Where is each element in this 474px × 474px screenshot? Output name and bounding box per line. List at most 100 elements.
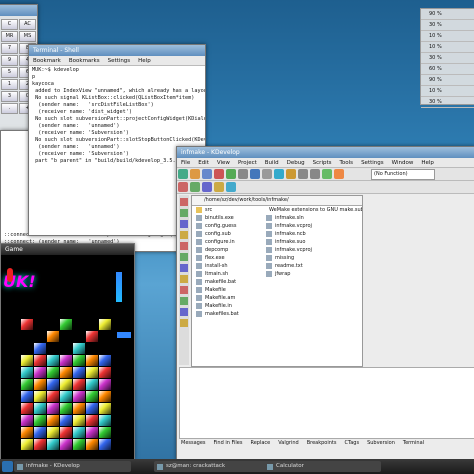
calc-key-button[interactable]: . xyxy=(1,103,18,114)
bottom-tab[interactable]: Valgrind xyxy=(276,439,300,447)
debug-icon[interactable] xyxy=(250,169,260,179)
copy-icon[interactable] xyxy=(274,169,284,179)
kdevelop-menu-item[interactable]: Project xyxy=(238,160,257,166)
start-menu-icon[interactable] xyxy=(2,461,13,472)
kdevelop-menu-item[interactable]: Build xyxy=(265,160,279,166)
sidebar-tool-icon[interactable] xyxy=(180,209,188,217)
bottom-tab[interactable]: CTags xyxy=(343,439,362,447)
calc-key-button[interactable]: MS xyxy=(19,31,36,42)
redo-icon[interactable] xyxy=(310,169,320,179)
open-file-icon[interactable] xyxy=(190,169,200,179)
terminal-menu-item[interactable]: Help xyxy=(138,58,151,64)
file-item[interactable]: makefile.bat xyxy=(192,278,262,286)
calc-key-button[interactable]: AC xyxy=(19,19,36,30)
editor-area[interactable] xyxy=(363,195,473,365)
sidebar-tool-icon[interactable] xyxy=(180,264,188,272)
file-item[interactable]: missing xyxy=(262,254,362,262)
kdevelop-menu-item[interactable]: Settings xyxy=(361,160,384,166)
file-item[interactable]: flex.exe xyxy=(192,254,262,262)
calc-key-button[interactable]: 5 xyxy=(1,67,18,78)
toolbar-icon[interactable] xyxy=(214,182,224,192)
calc-key-button[interactable]: 1 xyxy=(1,79,18,90)
terminal-menu-item[interactable]: Bookmarks xyxy=(69,58,100,64)
terminal-menu-item[interactable]: Settings xyxy=(108,58,131,64)
file-item[interactable]: readme.txt xyxy=(262,262,362,270)
save-icon[interactable] xyxy=(202,169,212,179)
file-item[interactable]: infmake.sln xyxy=(262,214,362,222)
bottom-tab[interactable]: Terminal xyxy=(401,439,426,447)
taskbar-task-button[interactable]: sz@man: crackattack xyxy=(154,461,271,472)
kdevelop-menu-item[interactable]: Tools xyxy=(340,160,354,166)
kdevelop-menu-item[interactable]: Help xyxy=(421,160,434,166)
calc-key-button[interactable]: MR xyxy=(1,31,18,42)
kdevelop-menu-item[interactable]: Debug xyxy=(287,160,305,166)
file-tree[interactable]: /home/sz/dev/work/tools/infmake/ src binu… xyxy=(191,195,363,367)
file-item[interactable]: config.guess xyxy=(192,222,262,230)
bookmark-icon[interactable] xyxy=(334,169,344,179)
game-window[interactable]: Game UK! xyxy=(0,243,135,460)
paste-icon[interactable] xyxy=(286,169,296,179)
file-item[interactable]: jfwrap xyxy=(262,270,362,278)
file-item[interactable]: makefiles.bat xyxy=(192,310,262,318)
run-icon[interactable] xyxy=(226,169,236,179)
bottom-tab[interactable]: Messages xyxy=(179,439,208,447)
bottom-tab[interactable]: Breakpoints xyxy=(305,439,339,447)
kdevelop-menu-item[interactable]: Edit xyxy=(198,160,209,166)
bottom-tab[interactable]: Replace xyxy=(248,439,272,447)
kdevelop-toolbar[interactable]: (No Function) xyxy=(177,168,474,181)
file-item[interactable]: infmake.suo xyxy=(262,238,362,246)
sidebar-tool-icon[interactable] xyxy=(180,198,188,206)
kdevelop-menubar[interactable]: File Edit View Project Build Debug Scripts Tool… xyxy=(177,158,474,168)
sidebar-tool-icon[interactable] xyxy=(180,231,188,239)
bottom-tab[interactable]: Subversion xyxy=(365,439,397,447)
file-item[interactable]: config.sub xyxy=(192,230,262,238)
cut-icon[interactable] xyxy=(262,169,272,179)
calculator-titlebar[interactable] xyxy=(0,5,37,16)
file-column-2[interactable]: WeMake extensions to GNU make.sub infmake… xyxy=(262,206,362,318)
bottom-tabbar[interactable]: Messages Find in Files Replace Valgrind Brea… xyxy=(179,439,473,451)
sidebar-tool-icon[interactable] xyxy=(180,275,188,283)
game-board[interactable] xyxy=(21,319,111,454)
taskbar-task-button[interactable]: Calculator xyxy=(264,461,381,472)
function-search-field[interactable]: (No Function) xyxy=(371,169,435,180)
file-item[interactable]: infmake.vcproj xyxy=(262,222,362,230)
kdevelop-titlebar[interactable]: infmake - KDevelop xyxy=(177,147,474,158)
sidebar-tool-icon[interactable] xyxy=(180,253,188,261)
calc-key-button[interactable]: 7 xyxy=(1,43,18,54)
file-item[interactable]: Makefile xyxy=(192,286,262,294)
toolbar-icon[interactable] xyxy=(226,182,236,192)
taskbar-task-button[interactable]: infmake - KDevelop xyxy=(14,461,131,472)
bottom-tab[interactable]: Find in Files xyxy=(212,439,245,447)
file-item[interactable]: Makefile.in xyxy=(192,302,262,310)
file-item[interactable]: Makefile.am xyxy=(192,294,262,302)
find-icon[interactable] xyxy=(322,169,332,179)
new-file-icon[interactable] xyxy=(178,169,188,179)
terminal-menubar[interactable]: Bookmark Bookmarks Settings Help xyxy=(29,56,205,66)
file-column-1[interactable]: src binutils.exe config.guess config.sub con… xyxy=(192,206,262,318)
file-item[interactable]: install-sh xyxy=(192,262,262,270)
kdevelop-menu-item[interactable]: Window xyxy=(392,160,414,166)
file-item[interactable]: infmake.ncb xyxy=(262,230,362,238)
path-field[interactable]: /home/sz/dev/work/tools/infmake/ xyxy=(192,196,362,206)
sidebar-tool-icon[interactable] xyxy=(180,297,188,305)
kdevelop-menu-item[interactable]: View xyxy=(217,160,230,166)
kdevelop-window[interactable]: infmake - KDevelop File Edit View Project Bu… xyxy=(176,146,474,461)
file-item[interactable]: binutils.exe xyxy=(192,214,262,222)
sidebar-tool-icon[interactable] xyxy=(180,220,188,228)
undo-icon[interactable] xyxy=(298,169,308,179)
sidebar-tool-icon[interactable] xyxy=(180,286,188,294)
build-icon[interactable] xyxy=(238,169,248,179)
toolbar-icon[interactable] xyxy=(178,182,188,192)
kdevelop-menu-item[interactable]: Scripts xyxy=(313,160,332,166)
sidebar-tool-icon[interactable] xyxy=(180,308,188,316)
sidebar-tool-icon[interactable] xyxy=(180,319,188,327)
file-item[interactable]: configure.in xyxy=(192,238,262,246)
file-item[interactable]: depcomp xyxy=(192,246,262,254)
sidebar-tool-icon[interactable] xyxy=(180,242,188,250)
stop-icon[interactable] xyxy=(214,169,224,179)
calc-key-button[interactable]: 9 xyxy=(1,55,18,66)
terminal-menu-item[interactable]: Bookmark xyxy=(33,58,61,64)
kdevelop-menu-item[interactable]: File xyxy=(181,160,190,166)
toolbar-icon[interactable] xyxy=(190,182,200,192)
taskbar[interactable]: infmake - KDevelop sz@man: crackattack Cal… xyxy=(0,459,474,474)
